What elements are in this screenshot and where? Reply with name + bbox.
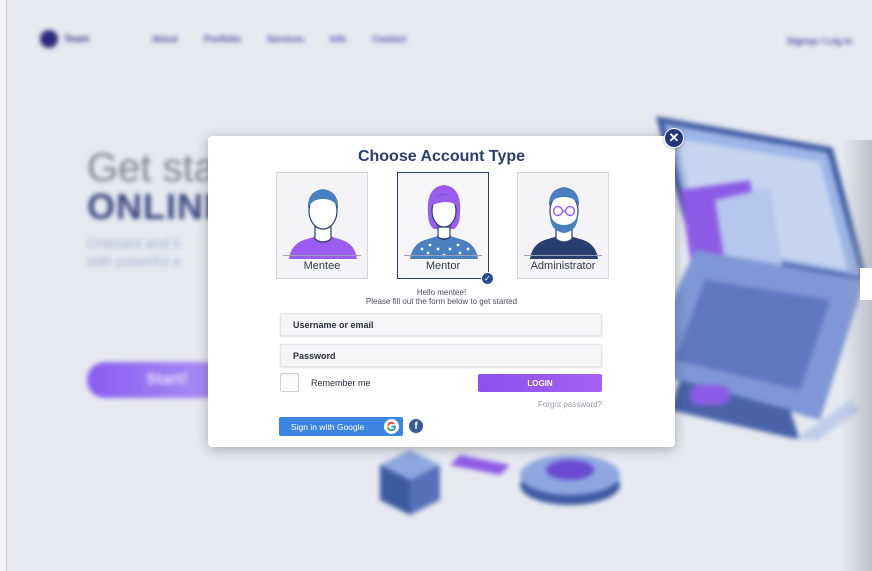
username-field[interactable]: Username or email: [280, 313, 602, 336]
login-button[interactable]: LOGIN: [478, 374, 602, 392]
close-icon[interactable]: ✕: [664, 128, 684, 148]
modal-title: Choose Account Type: [357, 148, 526, 165]
background-navbar: Team About Portfolio Services Info Conta…: [40, 30, 852, 54]
greeting-line1: Hello mentee!: [416, 288, 467, 297]
mentee-card-underline: [283, 255, 361, 256]
background-cubes-illustration: [380, 450, 620, 515]
google-signin-button[interactable]: Sign in with Google: [279, 417, 403, 436]
password-field[interactable]: Password: [280, 344, 602, 367]
window-side-tab: [860, 268, 872, 300]
mentee-label: Mentee: [303, 260, 341, 272]
nav-link-portfolio: Portfolio: [204, 34, 241, 44]
hero-subtitle: Onboard and tr with powerful e: [87, 234, 216, 270]
background-nav-links: About Portfolio Services Info Contact: [152, 34, 406, 44]
hero-title-line1: Get sta: [87, 146, 216, 190]
google-signin-label: Sign in with Google: [291, 421, 365, 432]
account-type-administrator[interactable]: Administrator: [517, 172, 609, 279]
hero-title-line2: ONLINI: [87, 186, 215, 227]
facebook-icon[interactable]: f: [409, 419, 423, 433]
nav-link-info: Info: [330, 34, 347, 44]
background-hero: Get sta ONLINI Onboard and tr with power…: [87, 148, 216, 270]
nav-link-about: About: [152, 34, 178, 44]
google-icon: [384, 419, 399, 434]
window-left-edge: [0, 0, 7, 571]
mentor-label: Mentor: [425, 260, 461, 272]
selected-check-icon: ✓: [481, 272, 494, 285]
logo-icon: [40, 30, 58, 48]
account-type-modal: Choose Account Type Mentee Mentor Admini…: [208, 136, 675, 447]
greeting-line2: Please fill out the form below to get st…: [365, 297, 518, 306]
remember-me-label: Remember me: [311, 378, 371, 388]
account-type-mentor[interactable]: Mentor: [397, 172, 489, 279]
account-type-mentee[interactable]: Mentee: [276, 172, 368, 279]
administrator-label: Administrator: [530, 260, 596, 272]
remember-me-checkbox[interactable]: [280, 373, 299, 392]
hero-subtitle-line2: with powerful e: [87, 253, 181, 269]
greeting-text: Hello mentee! Please fill out the form b…: [208, 288, 675, 306]
hero-subtitle-line1: Onboard and tr: [87, 235, 182, 251]
window-right-shade: [842, 140, 872, 571]
nav-link-contact: Contact: [372, 34, 407, 44]
logo-text: Team: [64, 33, 90, 45]
signup-login-link: Signup / Log in: [787, 36, 852, 46]
administrator-card-underline: [524, 255, 602, 256]
nav-link-services: Services: [267, 34, 305, 44]
background-logo: Team: [40, 30, 89, 48]
forgot-password-link[interactable]: Forgot password?: [508, 400, 602, 409]
mentor-card-underline: [404, 255, 482, 256]
